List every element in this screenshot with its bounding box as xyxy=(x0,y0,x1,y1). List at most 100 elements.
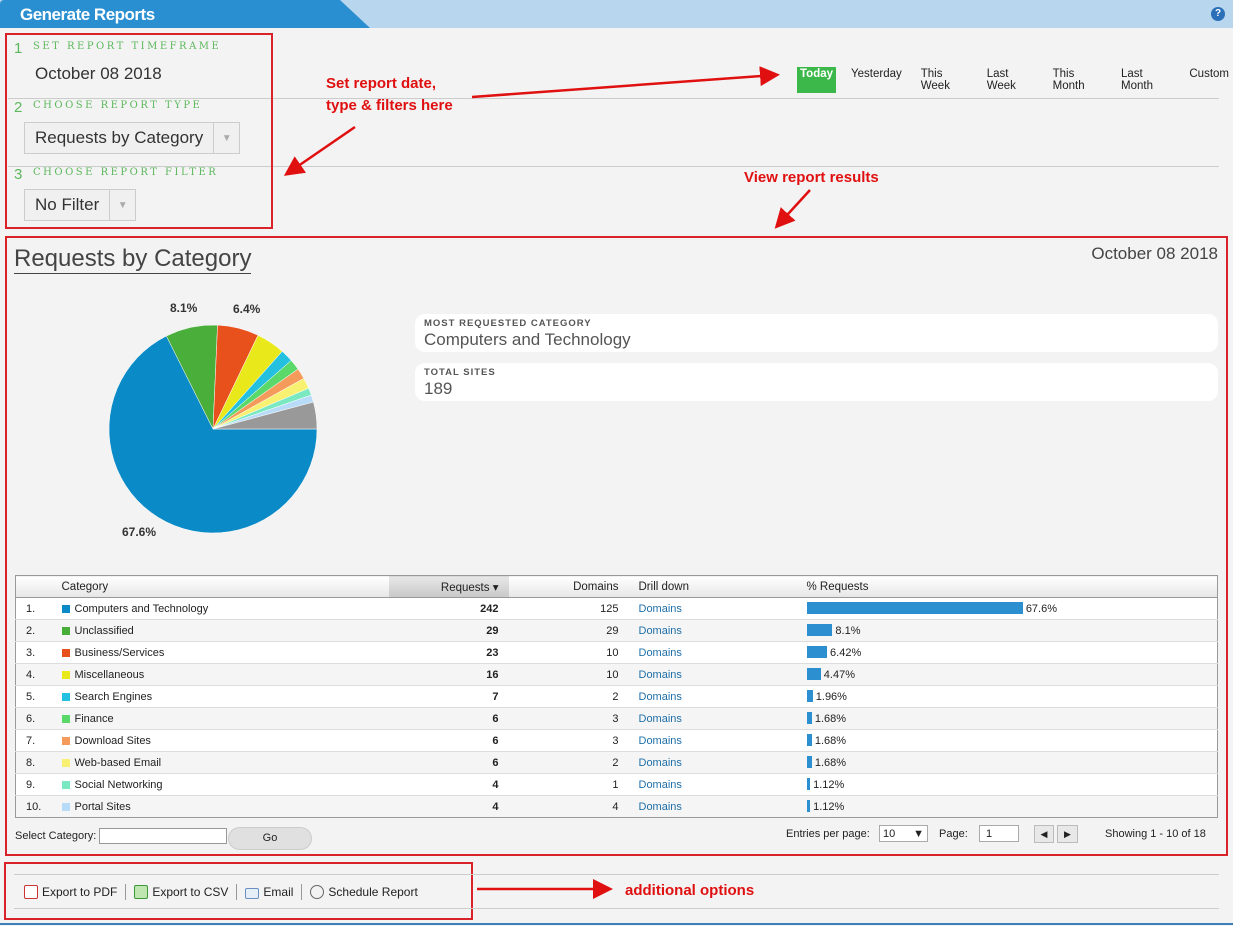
row-drilldown: Domains xyxy=(628,619,797,642)
row-category: Computers and Technology xyxy=(51,597,389,620)
divider xyxy=(301,884,303,900)
percent-bar xyxy=(806,712,812,724)
color-swatch xyxy=(61,648,70,657)
page-input[interactable]: 1 xyxy=(979,825,1019,842)
color-swatch xyxy=(61,692,70,701)
table-row: 10. Portal Sites 4 4 Domains 1.12% xyxy=(15,795,1218,818)
row-requests: 29 xyxy=(388,619,509,642)
export-csv-button[interactable]: Export to CSV xyxy=(134,885,228,899)
divider xyxy=(236,884,238,900)
row-requests: 4 xyxy=(388,773,509,796)
row-domains: 3 xyxy=(508,707,629,730)
pie-label: 6.4% xyxy=(233,302,261,316)
percent-bar xyxy=(806,778,811,790)
row-percent: 1.12% xyxy=(796,773,1218,796)
total-sites-card: TOTAL SITES 189 xyxy=(415,363,1218,401)
row-index: 10. xyxy=(15,795,52,818)
row-index: 5. xyxy=(15,685,52,708)
pdf-icon xyxy=(24,885,38,899)
next-page-button[interactable]: ▶ xyxy=(1057,825,1078,843)
clock-icon xyxy=(310,885,325,899)
domains-link[interactable]: Domains xyxy=(639,757,682,769)
card-label: TOTAL SITES xyxy=(424,367,496,378)
row-category: Web-based Email xyxy=(51,751,389,774)
col-percent[interactable]: % Requests xyxy=(796,575,1218,598)
row-requests: 242 xyxy=(388,597,509,620)
row-requests: 16 xyxy=(388,663,509,686)
email-button[interactable]: Email xyxy=(245,885,293,899)
pie-chart xyxy=(108,324,318,534)
row-percent: 1.68% xyxy=(796,707,1218,730)
entries-per-page-label: Entries per page: xyxy=(786,828,870,840)
table-row: 8. Web-based Email 6 2 Domains 1.68% xyxy=(15,751,1218,774)
row-percent: 1.96% xyxy=(796,685,1218,708)
domains-link[interactable]: Domains xyxy=(639,713,682,725)
export-pdf-button[interactable]: Export to PDF xyxy=(24,885,117,899)
row-requests: 6 xyxy=(388,751,509,774)
pie-label: 8.1% xyxy=(170,301,198,315)
row-requests: 7 xyxy=(388,685,509,708)
row-percent: 1.68% xyxy=(796,751,1218,774)
row-index: 9. xyxy=(15,773,52,796)
row-index: 1. xyxy=(15,597,52,620)
schedule-report-button[interactable]: Schedule Report xyxy=(310,885,418,899)
percent-bar xyxy=(806,646,828,658)
table-row: 5. Search Engines 7 2 Domains 1.96% xyxy=(15,685,1218,708)
domains-link[interactable]: Domains xyxy=(639,669,682,681)
row-category: Miscellaneous xyxy=(51,663,389,686)
row-category: Social Networking xyxy=(51,773,389,796)
domains-link[interactable]: Domains xyxy=(639,801,682,813)
entries-per-page-select[interactable]: 10 ▼ xyxy=(879,825,928,842)
col-requests[interactable]: Requests ▾ xyxy=(388,575,509,598)
row-percent: 6.42% xyxy=(796,641,1218,664)
row-requests: 6 xyxy=(388,707,509,730)
percent-bar xyxy=(806,734,812,746)
table-row: 2. Unclassified 29 29 Domains 8.1% xyxy=(15,619,1218,642)
table-row: 3. Business/Services 23 10 Domains 6.42% xyxy=(15,641,1218,664)
percent-bar xyxy=(806,690,813,702)
domains-link[interactable]: Domains xyxy=(639,691,682,703)
row-domains: 4 xyxy=(508,795,629,818)
table-row: 4. Miscellaneous 16 10 Domains 4.47% xyxy=(15,663,1218,686)
row-category: Portal Sites xyxy=(51,795,389,818)
domains-link[interactable]: Domains xyxy=(639,735,682,747)
row-domains: 10 xyxy=(508,663,629,686)
col-drilldown: Drill down xyxy=(628,575,797,598)
row-category: Search Engines xyxy=(51,685,389,708)
row-index: 8. xyxy=(15,751,52,774)
options-bar: Export to PDF Export to CSV Email Schedu… xyxy=(24,884,418,900)
row-category: Business/Services xyxy=(51,641,389,664)
divider xyxy=(125,884,127,900)
row-percent: 1.12% xyxy=(796,795,1218,818)
row-index: 4. xyxy=(15,663,52,686)
percent-bar xyxy=(806,602,1023,614)
report-title: Requests by Category xyxy=(14,245,252,274)
row-drilldown: Domains xyxy=(628,663,797,686)
row-index: 7. xyxy=(15,729,52,752)
percent-bar xyxy=(806,800,811,812)
domains-link[interactable]: Domains xyxy=(639,625,682,637)
pie-label: 67.6% xyxy=(122,525,157,539)
col-index xyxy=(15,575,52,598)
domains-link[interactable]: Domains xyxy=(639,603,682,615)
row-requests: 23 xyxy=(388,641,509,664)
prev-page-button[interactable]: ◀ xyxy=(1034,825,1054,843)
color-swatch xyxy=(61,714,70,723)
divider xyxy=(14,874,1219,875)
select-category-input[interactable] xyxy=(99,828,228,844)
row-category: Unclassified xyxy=(51,619,389,642)
col-category[interactable]: Category xyxy=(51,575,389,598)
domains-link[interactable]: Domains xyxy=(639,779,682,791)
card-value: 189 xyxy=(424,379,453,398)
row-index: 2. xyxy=(15,619,52,642)
csv-icon xyxy=(134,885,149,899)
row-domains: 2 xyxy=(508,685,629,708)
color-swatch xyxy=(61,802,70,811)
row-domains: 125 xyxy=(508,597,629,620)
row-percent: 67.6% xyxy=(796,597,1218,620)
go-button[interactable]: Go xyxy=(228,827,312,850)
select-category: Select Category: xyxy=(15,828,228,844)
most-requested-card: MOST REQUESTED CATEGORY Computers and Tec… xyxy=(415,314,1218,352)
domains-link[interactable]: Domains xyxy=(639,647,682,659)
col-domains[interactable]: Domains xyxy=(508,575,629,598)
